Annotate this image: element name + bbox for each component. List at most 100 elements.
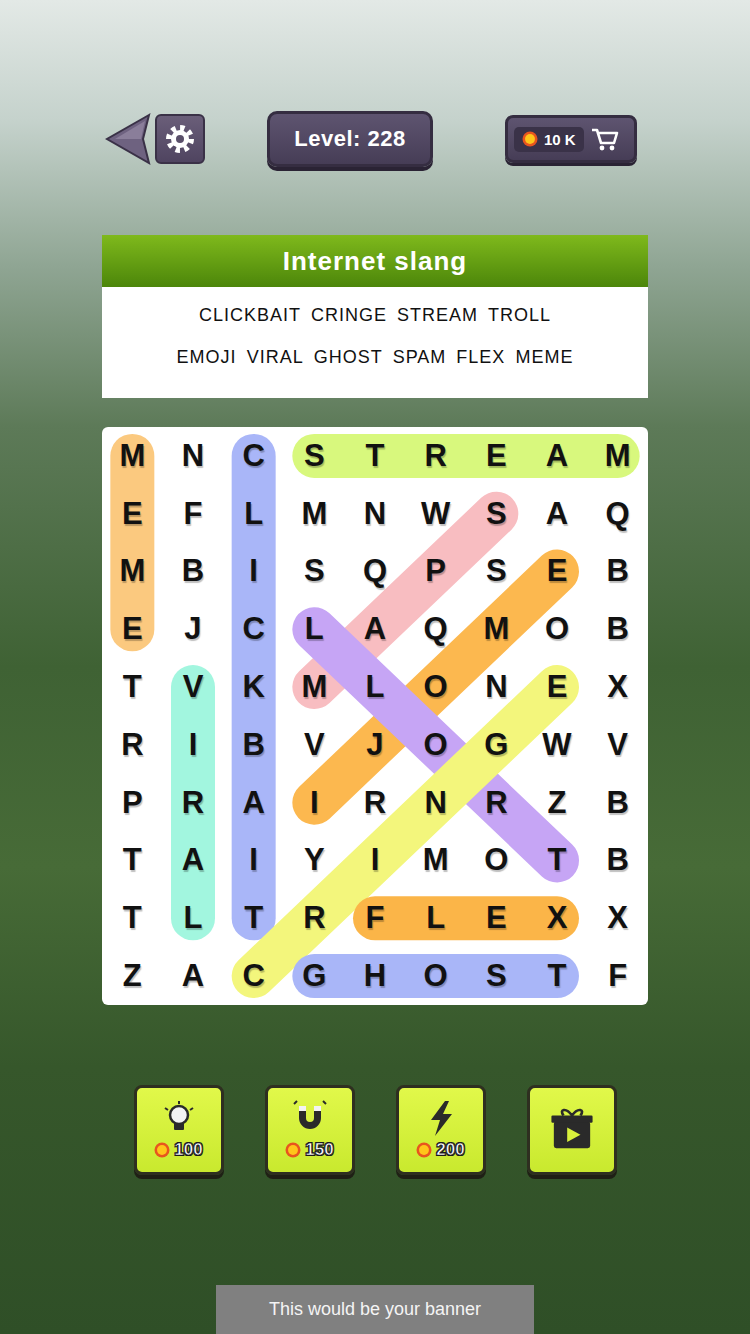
letter-cell[interactable]: O: [527, 600, 588, 658]
letter-cell[interactable]: M: [102, 543, 163, 601]
letter-cell[interactable]: V: [284, 716, 345, 774]
ad-banner[interactable]: This would be your banner: [216, 1285, 534, 1334]
letter-cell[interactable]: R: [345, 774, 406, 832]
letter-cell[interactable]: W: [405, 485, 466, 543]
letter-cell[interactable]: X: [587, 889, 648, 947]
letter-cell[interactable]: C: [223, 947, 284, 1005]
letter-cell[interactable]: T: [223, 889, 284, 947]
letter-cell[interactable]: B: [587, 600, 648, 658]
letter-cell[interactable]: S: [284, 427, 345, 485]
letter-cell[interactable]: A: [223, 774, 284, 832]
letter-cell[interactable]: Q: [405, 600, 466, 658]
letter-cell[interactable]: O: [405, 947, 466, 1005]
hint-button[interactable]: 100: [134, 1085, 224, 1175]
letter-cell[interactable]: B: [587, 543, 648, 601]
letter-cell[interactable]: N: [345, 485, 406, 543]
word-item: CLICKBAIT: [199, 305, 301, 343]
letter-cell[interactable]: E: [466, 889, 527, 947]
letter-cell[interactable]: N: [466, 658, 527, 716]
letter-cell[interactable]: E: [102, 600, 163, 658]
magnet-button[interactable]: 150: [265, 1085, 355, 1175]
letter-cell[interactable]: I: [223, 832, 284, 890]
gift-button[interactable]: [527, 1085, 617, 1175]
letter-cell[interactable]: A: [527, 427, 588, 485]
letter-cell[interactable]: B: [163, 543, 224, 601]
letter-cell[interactable]: I: [345, 832, 406, 890]
letter-cell[interactable]: E: [466, 427, 527, 485]
letter-cell[interactable]: R: [102, 716, 163, 774]
letter-cell[interactable]: L: [405, 889, 466, 947]
letter-cell[interactable]: V: [587, 716, 648, 774]
letter-cell[interactable]: P: [102, 774, 163, 832]
letter-cell[interactable]: A: [345, 600, 406, 658]
letter-cell[interactable]: M: [284, 485, 345, 543]
coins-pill[interactable]: 10 K: [505, 115, 637, 163]
letter-cell[interactable]: O: [405, 658, 466, 716]
letter-cell[interactable]: X: [587, 658, 648, 716]
letter-cell[interactable]: E: [527, 658, 588, 716]
letter-cell[interactable]: E: [102, 485, 163, 543]
letter-cell[interactable]: V: [163, 658, 224, 716]
letter-cell[interactable]: B: [223, 716, 284, 774]
letter-cell[interactable]: A: [163, 832, 224, 890]
letter-cell[interactable]: G: [284, 947, 345, 1005]
letter-cell[interactable]: R: [163, 774, 224, 832]
letter-cell[interactable]: B: [587, 832, 648, 890]
letter-cell[interactable]: M: [284, 658, 345, 716]
letter-cell[interactable]: X: [527, 889, 588, 947]
letter-cell[interactable]: S: [466, 947, 527, 1005]
letter-cell[interactable]: R: [405, 427, 466, 485]
letter-cell[interactable]: M: [405, 832, 466, 890]
letter-cell[interactable]: R: [466, 774, 527, 832]
letter-cell[interactable]: T: [527, 947, 588, 1005]
letter-cell[interactable]: T: [345, 427, 406, 485]
letter-cell[interactable]: T: [102, 889, 163, 947]
letter-cell[interactable]: Z: [527, 774, 588, 832]
letter-cell[interactable]: Z: [102, 947, 163, 1005]
letter-cell[interactable]: L: [163, 889, 224, 947]
letter-cell[interactable]: F: [587, 947, 648, 1005]
letter-cell[interactable]: I: [163, 716, 224, 774]
letter-cell[interactable]: M: [466, 600, 527, 658]
lightning-button[interactable]: 200: [396, 1085, 486, 1175]
letter-cell[interactable]: W: [527, 716, 588, 774]
letter-cell[interactable]: L: [345, 658, 406, 716]
letter-cell[interactable]: A: [527, 485, 588, 543]
letter-cell[interactable]: F: [163, 485, 224, 543]
letter-cell[interactable]: P: [405, 543, 466, 601]
letter-cell[interactable]: K: [223, 658, 284, 716]
letter-cell[interactable]: S: [466, 543, 527, 601]
back-arrow-icon[interactable]: [105, 113, 151, 165]
letter-cell[interactable]: T: [102, 658, 163, 716]
letter-cell[interactable]: L: [284, 600, 345, 658]
letter-cell[interactable]: I: [223, 543, 284, 601]
letter-cell[interactable]: B: [587, 774, 648, 832]
letter-cell[interactable]: T: [102, 832, 163, 890]
letter-cell[interactable]: O: [466, 832, 527, 890]
letter-cell[interactable]: S: [466, 485, 527, 543]
letter-cell[interactable]: E: [527, 543, 588, 601]
letter-cell[interactable]: M: [587, 427, 648, 485]
letter-cell[interactable]: N: [163, 427, 224, 485]
letter-cell[interactable]: I: [284, 774, 345, 832]
letter-cell[interactable]: L: [223, 485, 284, 543]
letter-cell[interactable]: Q: [345, 543, 406, 601]
letter-cell[interactable]: G: [466, 716, 527, 774]
letter-cell[interactable]: C: [223, 427, 284, 485]
letter-cell[interactable]: N: [405, 774, 466, 832]
letter-grid[interactable]: MNCSTREAMEFLMNWSAQMBISQPSEBEJCLAQMOBTVKM…: [102, 427, 648, 1005]
letter-cell[interactable]: C: [223, 600, 284, 658]
letter-cell[interactable]: J: [345, 716, 406, 774]
letter-cell[interactable]: J: [163, 600, 224, 658]
letter-cell[interactable]: A: [163, 947, 224, 1005]
letter-cell[interactable]: Q: [587, 485, 648, 543]
letter-cell[interactable]: H: [345, 947, 406, 1005]
letter-cell[interactable]: M: [102, 427, 163, 485]
letter-cell[interactable]: T: [527, 832, 588, 890]
letter-cell[interactable]: Y: [284, 832, 345, 890]
letter-cell[interactable]: S: [284, 543, 345, 601]
letter-cell[interactable]: O: [405, 716, 466, 774]
letter-cell[interactable]: R: [284, 889, 345, 947]
letter-cell[interactable]: F: [345, 889, 406, 947]
settings-button[interactable]: [155, 114, 205, 164]
